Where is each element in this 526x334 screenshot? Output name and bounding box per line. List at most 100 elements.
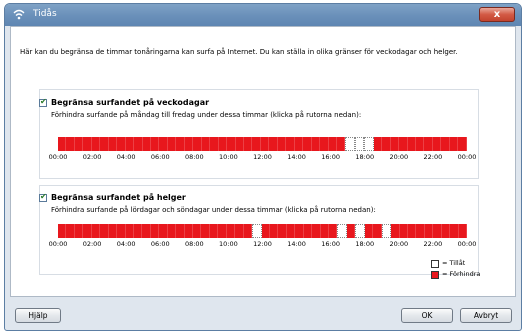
time-slot[interactable]	[399, 224, 408, 238]
time-slot[interactable]	[218, 224, 227, 238]
time-slot[interactable]	[74, 137, 84, 151]
time-slot[interactable]	[167, 224, 177, 238]
time-slot[interactable]	[391, 224, 400, 238]
time-slot[interactable]	[416, 137, 425, 151]
time-slot[interactable]	[100, 137, 109, 151]
time-slot[interactable]	[235, 137, 244, 151]
time-slot[interactable]	[328, 137, 337, 151]
time-slot[interactable]	[83, 224, 92, 238]
time-slot[interactable]	[227, 137, 236, 151]
time-slot[interactable]	[176, 137, 185, 151]
time-slot[interactable]	[66, 224, 75, 238]
time-slot[interactable]	[193, 224, 202, 238]
time-slot[interactable]	[159, 224, 168, 238]
time-slot[interactable]	[278, 224, 287, 238]
time-slot[interactable]	[407, 137, 417, 151]
cancel-button[interactable]: Avbryt	[460, 308, 512, 323]
time-slot[interactable]	[373, 137, 383, 151]
time-slot[interactable]	[449, 137, 459, 151]
time-slot[interactable]	[458, 137, 467, 151]
time-slot[interactable]	[243, 137, 253, 151]
time-slot[interactable]	[355, 224, 365, 238]
time-slot[interactable]	[193, 137, 202, 151]
time-slot[interactable]	[117, 137, 126, 151]
time-slot[interactable]	[364, 137, 374, 151]
time-slot[interactable]	[117, 224, 126, 238]
time-slot[interactable]	[58, 224, 67, 238]
time-slot[interactable]	[58, 137, 67, 151]
time-slot[interactable]	[142, 137, 151, 151]
time-slot[interactable]	[134, 137, 143, 151]
time-slot[interactable]	[243, 224, 253, 238]
time-slot[interactable]	[261, 224, 270, 238]
time-slot[interactable]	[441, 224, 451, 238]
time-slot[interactable]	[108, 224, 118, 238]
help-button[interactable]: Hjälp	[15, 308, 61, 323]
time-slot[interactable]	[74, 224, 84, 238]
time-slot[interactable]	[303, 137, 312, 151]
weekday-checkbox[interactable]: ✔	[39, 97, 47, 107]
time-slot[interactable]	[218, 137, 228, 151]
time-slot[interactable]	[458, 224, 467, 238]
time-slot[interactable]	[83, 137, 92, 151]
time-slot[interactable]	[337, 224, 347, 238]
time-slot[interactable]	[407, 224, 417, 238]
time-slot[interactable]	[66, 137, 75, 151]
time-slot[interactable]	[346, 224, 356, 238]
time-slot[interactable]	[184, 137, 194, 151]
time-slot[interactable]	[311, 137, 321, 151]
time-slot[interactable]	[108, 137, 118, 151]
time-slot[interactable]	[201, 137, 211, 151]
time-slot[interactable]	[125, 137, 135, 151]
ok-button[interactable]: OK	[401, 308, 453, 323]
time-slot[interactable]	[303, 224, 313, 238]
time-slot[interactable]	[252, 224, 262, 238]
time-slot[interactable]	[432, 137, 442, 151]
time-slot[interactable]	[320, 224, 329, 238]
time-slot[interactable]	[150, 224, 160, 238]
time-slot[interactable]	[336, 137, 346, 151]
time-slot[interactable]	[345, 137, 355, 151]
time-slot[interactable]	[142, 224, 151, 238]
time-slot[interactable]	[201, 224, 210, 238]
close-button[interactable]: x	[479, 7, 515, 22]
time-slot[interactable]	[424, 137, 433, 151]
time-slot[interactable]	[100, 224, 109, 238]
time-slot[interactable]	[441, 137, 450, 151]
time-slot[interactable]	[269, 224, 279, 238]
time-slot[interactable]	[433, 224, 442, 238]
time-slot[interactable]	[167, 137, 177, 151]
time-slot[interactable]	[390, 137, 400, 151]
time-slot[interactable]	[329, 224, 338, 238]
time-slot[interactable]	[364, 224, 374, 238]
time-slot[interactable]	[354, 137, 365, 151]
time-slot[interactable]	[312, 224, 321, 238]
time-slot[interactable]	[295, 224, 304, 238]
time-slot[interactable]	[269, 137, 278, 151]
time-slot[interactable]	[381, 224, 392, 238]
time-slot[interactable]	[294, 137, 304, 151]
weekend-checkbox[interactable]: ✔	[39, 192, 47, 202]
time-slot[interactable]	[209, 224, 219, 238]
time-slot[interactable]	[286, 224, 296, 238]
time-slot[interactable]	[210, 137, 219, 151]
title-bar[interactable]: Tidås x	[5, 4, 521, 26]
time-slot[interactable]	[125, 224, 134, 238]
time-slot[interactable]	[286, 137, 295, 151]
time-slot[interactable]	[416, 224, 425, 238]
time-slot[interactable]	[91, 224, 101, 238]
time-slot[interactable]	[176, 224, 185, 238]
time-slot[interactable]	[399, 137, 408, 151]
time-slot[interactable]	[150, 137, 160, 151]
time-slot[interactable]	[226, 224, 236, 238]
time-slot[interactable]	[260, 137, 270, 151]
time-slot[interactable]	[252, 137, 261, 151]
time-slot[interactable]	[382, 137, 391, 151]
time-slot[interactable]	[133, 224, 143, 238]
time-slot[interactable]	[373, 224, 382, 238]
time-slot[interactable]	[184, 224, 193, 238]
time-slot[interactable]	[91, 137, 101, 151]
time-slot[interactable]	[277, 137, 287, 151]
time-slot[interactable]	[450, 224, 459, 238]
time-slot[interactable]	[320, 137, 329, 151]
